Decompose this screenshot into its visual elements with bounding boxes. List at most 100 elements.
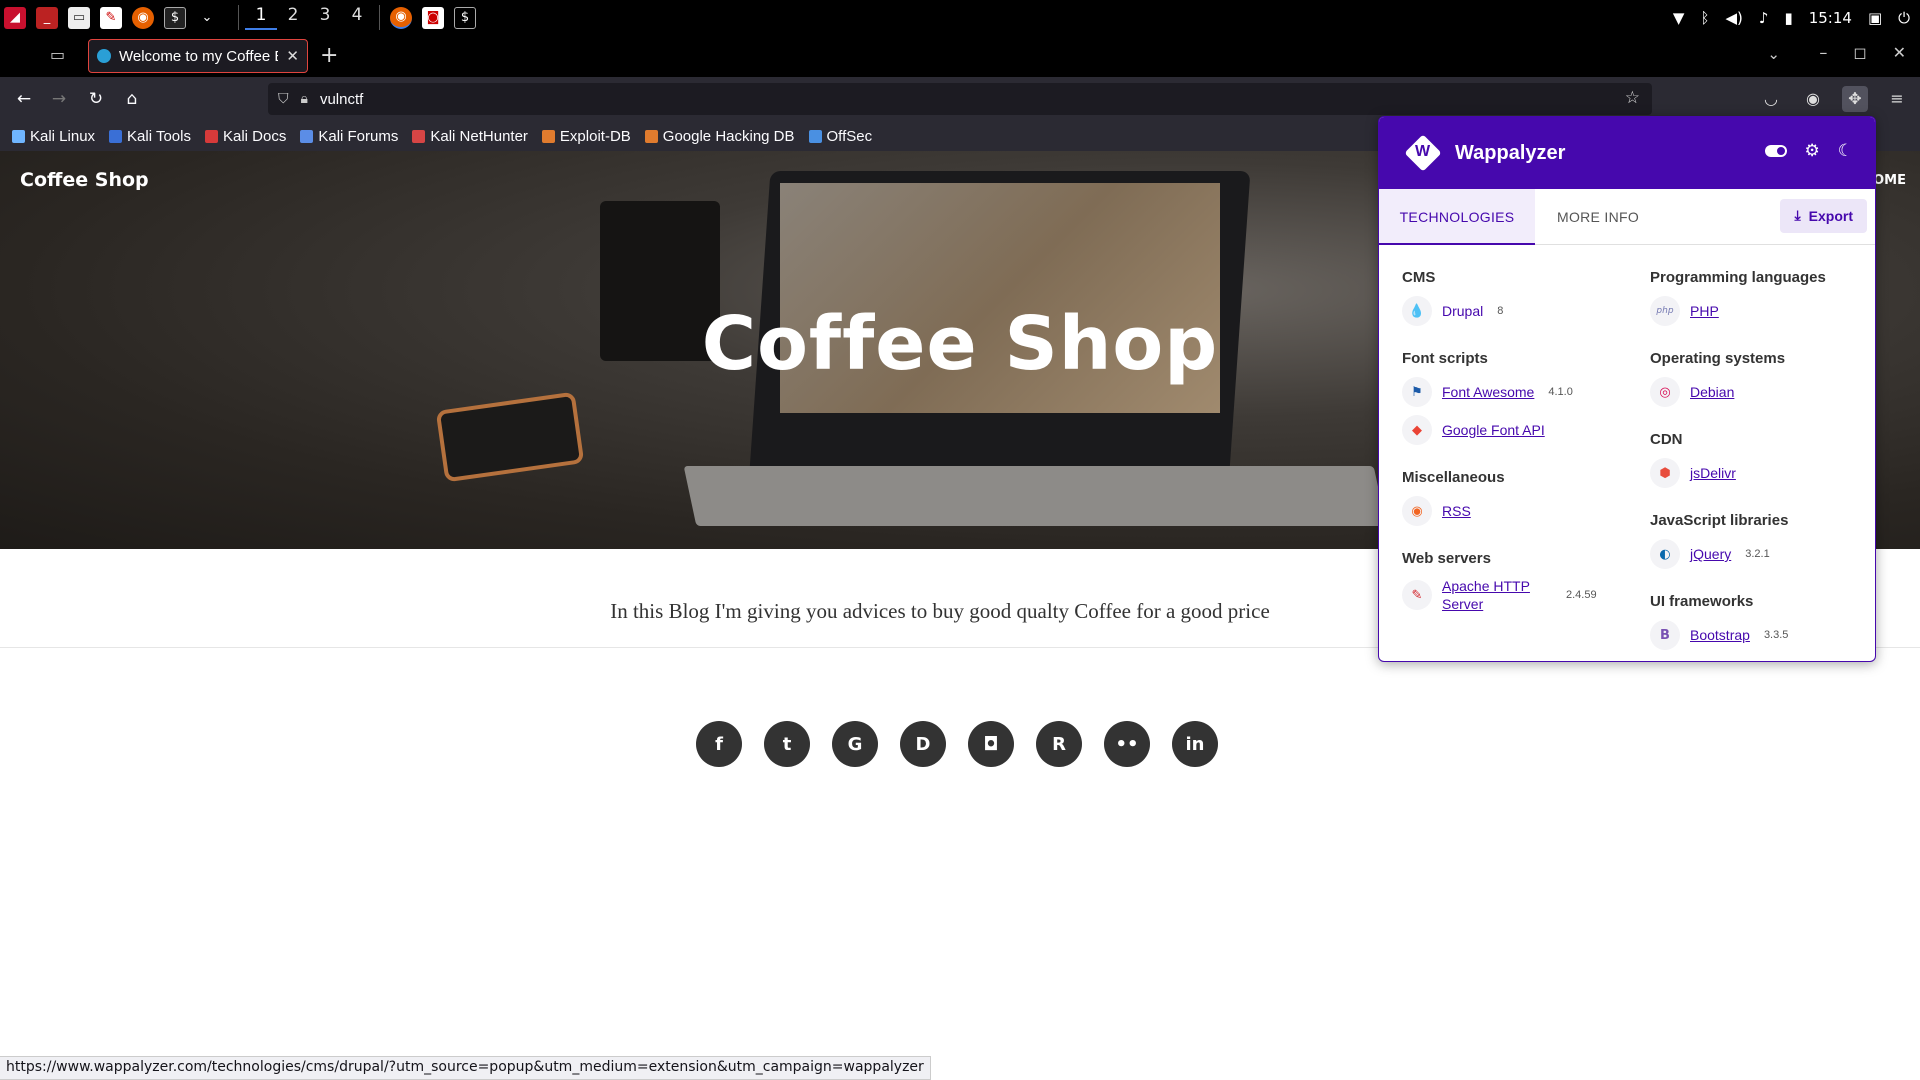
clock[interactable]: 15:14 — [1809, 9, 1852, 27]
tech-name[interactable]: PHP — [1690, 303, 1719, 319]
close-window-icon[interactable]: ✕ — [1893, 43, 1906, 62]
bookmark-exploit-db[interactable]: Exploit-DB — [541, 128, 631, 145]
enable-toggle[interactable] — [1764, 145, 1787, 157]
chevron-down-icon[interactable]: ⌄ — [196, 7, 218, 29]
tech-version: 2.4.59 — [1566, 589, 1597, 601]
nav-home-link[interactable]: OME — [1873, 173, 1906, 188]
tech-name[interactable]: jsDelivr — [1690, 465, 1736, 481]
kali-forums-icon — [300, 129, 314, 143]
padlock-icon[interactable]: 🔒︎ — [301, 91, 308, 107]
category-name: Web servers — [1402, 550, 1491, 567]
bookmark-google-hacking-db[interactable]: Google Hacking DB — [644, 128, 795, 145]
tech-item-drupal[interactable]: 💧 Drupal 8 — [1402, 296, 1642, 326]
workspace-1[interactable]: 1 — [245, 5, 277, 30]
text-editor-icon[interactable]: ✎ — [100, 6, 122, 29]
tech-item-debian[interactable]: ◎ Debian — [1650, 377, 1875, 407]
firefox-icon[interactable]: ◉ — [132, 6, 154, 29]
shield-icon[interactable]: ⛉ — [278, 91, 289, 107]
menu-icon[interactable]: ≡ — [1884, 86, 1910, 112]
drupal-icon: 💧 — [1402, 296, 1432, 326]
bookmark-kali-docs[interactable]: Kali Docs — [204, 127, 287, 145]
account-icon[interactable]: ◉ — [1800, 86, 1826, 112]
minimize-icon[interactable]: – — [1819, 43, 1827, 62]
linkedin-icon[interactable]: in — [1172, 721, 1218, 767]
bluetooth-icon[interactable]: ᛒ — [1700, 9, 1709, 27]
browser-tab[interactable]: Welcome to my Coffee Bl ✕ — [88, 39, 308, 73]
tech-item-apache[interactable]: ✎ Apache HTTP Server 2.4.59 — [1402, 577, 1642, 613]
tech-name[interactable]: RSS — [1442, 503, 1471, 519]
dark-mode-moon-icon[interactable]: ☾ — [1838, 141, 1853, 161]
file-manager-icon[interactable]: ▭ — [68, 6, 90, 29]
workspace-3[interactable]: 3 — [309, 5, 341, 30]
power-icon[interactable]: ⏻ — [1898, 9, 1910, 27]
category-web-servers: Web servers ✎ Apache HTTP Server 2.4.59 — [1402, 550, 1642, 613]
new-tab-button[interactable]: + — [320, 43, 338, 68]
terminal-red-icon[interactable]: _ — [36, 6, 58, 29]
firefox-window-icon[interactable]: ◉ — [390, 6, 412, 29]
bookmark-label: Kali Docs — [222, 127, 287, 145]
tech-item-php[interactable]: php PHP — [1650, 296, 1875, 326]
twitter-icon[interactable]: t — [764, 721, 810, 767]
tab-overview-icon[interactable]: ▭ — [50, 45, 72, 67]
tech-item-font-awesome[interactable]: ⚑ Font Awesome 4.1.0 — [1402, 377, 1642, 407]
bookmark-kali-nethunter[interactable]: Kali NetHunter — [412, 128, 528, 145]
bookmark-kali-tools[interactable]: Kali Tools — [109, 128, 191, 145]
github-icon[interactable]: G — [832, 721, 878, 767]
terminal-window-icon[interactable]: $ — [454, 6, 476, 29]
tech-name[interactable]: jQuery — [1690, 546, 1731, 562]
tab-technologies[interactable]: TECHNOLOGIES — [1379, 189, 1535, 245]
burp-window-icon[interactable]: ◙ — [422, 6, 444, 29]
tech-name[interactable]: Debian — [1690, 384, 1734, 400]
tech-item-jquery[interactable]: ◐ jQuery 3.2.1 — [1650, 539, 1875, 569]
list-all-tabs-icon[interactable]: ⌄ — [1767, 45, 1780, 63]
apache-icon: ✎ — [1402, 580, 1432, 610]
tech-name[interactable]: Bootstrap — [1690, 627, 1750, 643]
kali-menu-icon[interactable]: ◢ — [4, 6, 26, 29]
tech-item-bootstrap[interactable]: B Bootstrap 3.3.5 — [1650, 620, 1875, 650]
lock-icon[interactable]: ▣ — [1868, 9, 1882, 27]
workspace-switcher[interactable]: 1 2 3 4 — [238, 5, 380, 30]
facebook-icon[interactable]: f — [696, 721, 742, 767]
exploit-db-icon — [541, 129, 555, 143]
url-text[interactable]: vulnctf — [320, 91, 363, 108]
workspace-2[interactable]: 2 — [277, 5, 309, 30]
wappalyzer-logo-icon: W — [1401, 133, 1449, 173]
site-brand-link[interactable]: Coffee Shop — [20, 169, 149, 191]
reddit-icon[interactable]: R — [1036, 721, 1082, 767]
google-hacking-db-icon — [644, 129, 658, 143]
bookmark-kali-linux[interactable]: Kali Linux — [12, 128, 95, 145]
maximize-icon[interactable]: ◻ — [1853, 43, 1866, 62]
notification-bell-icon[interactable]: ♪ — [1759, 9, 1769, 27]
bookmark-offsec[interactable]: OffSec — [808, 128, 872, 145]
extensions-icon[interactable]: ✥ — [1842, 86, 1868, 112]
instagram-icon[interactable]: ◘ — [968, 721, 1014, 767]
bookmark-star-icon[interactable]: ☆ — [1625, 88, 1640, 108]
tech-item-rss[interactable]: ◉ RSS — [1402, 496, 1642, 526]
kali-docs-icon — [204, 129, 218, 143]
tech-item-google-font-api[interactable]: ◆ Google Font API — [1402, 415, 1642, 445]
reload-icon[interactable]: ↻ — [84, 87, 108, 111]
terminal-icon[interactable]: $ — [164, 6, 186, 29]
workspace-4[interactable]: 4 — [341, 5, 373, 30]
forward-icon[interactable]: → — [47, 87, 71, 111]
tech-name[interactable]: Google Font API — [1442, 422, 1545, 438]
close-icon[interactable]: ✕ — [286, 47, 299, 65]
network-icon[interactable]: ▼ — [1673, 9, 1685, 27]
tech-name[interactable]: Apache HTTP Server — [1442, 577, 1552, 613]
tech-name[interactable]: Drupal — [1442, 303, 1483, 319]
drupal-icon[interactable]: D — [900, 721, 946, 767]
laptop-keyboard-image — [683, 466, 1387, 526]
home-icon[interactable]: ⌂ — [120, 87, 144, 111]
back-icon[interactable]: ← — [12, 87, 36, 111]
tech-item-jsdelivr[interactable]: ⬢ jsDelivr — [1650, 458, 1875, 488]
pocket-icon[interactable]: ◡ — [1758, 86, 1784, 112]
tab-more-info[interactable]: MORE INFO — [1557, 189, 1639, 245]
volume-icon[interactable]: ◀) — [1725, 9, 1742, 27]
bookmark-kali-forums[interactable]: Kali Forums — [300, 128, 398, 145]
tech-name[interactable]: Font Awesome — [1442, 384, 1534, 400]
flickr-icon[interactable]: •• — [1104, 721, 1150, 767]
battery-icon[interactable]: ▮ — [1784, 9, 1792, 27]
export-button[interactable]: ⤓ Export — [1780, 199, 1867, 233]
url-bar[interactable]: ⛉ 🔒︎ vulnctf ☆ — [268, 83, 1652, 115]
settings-gear-icon[interactable]: ⚙ — [1805, 141, 1820, 161]
